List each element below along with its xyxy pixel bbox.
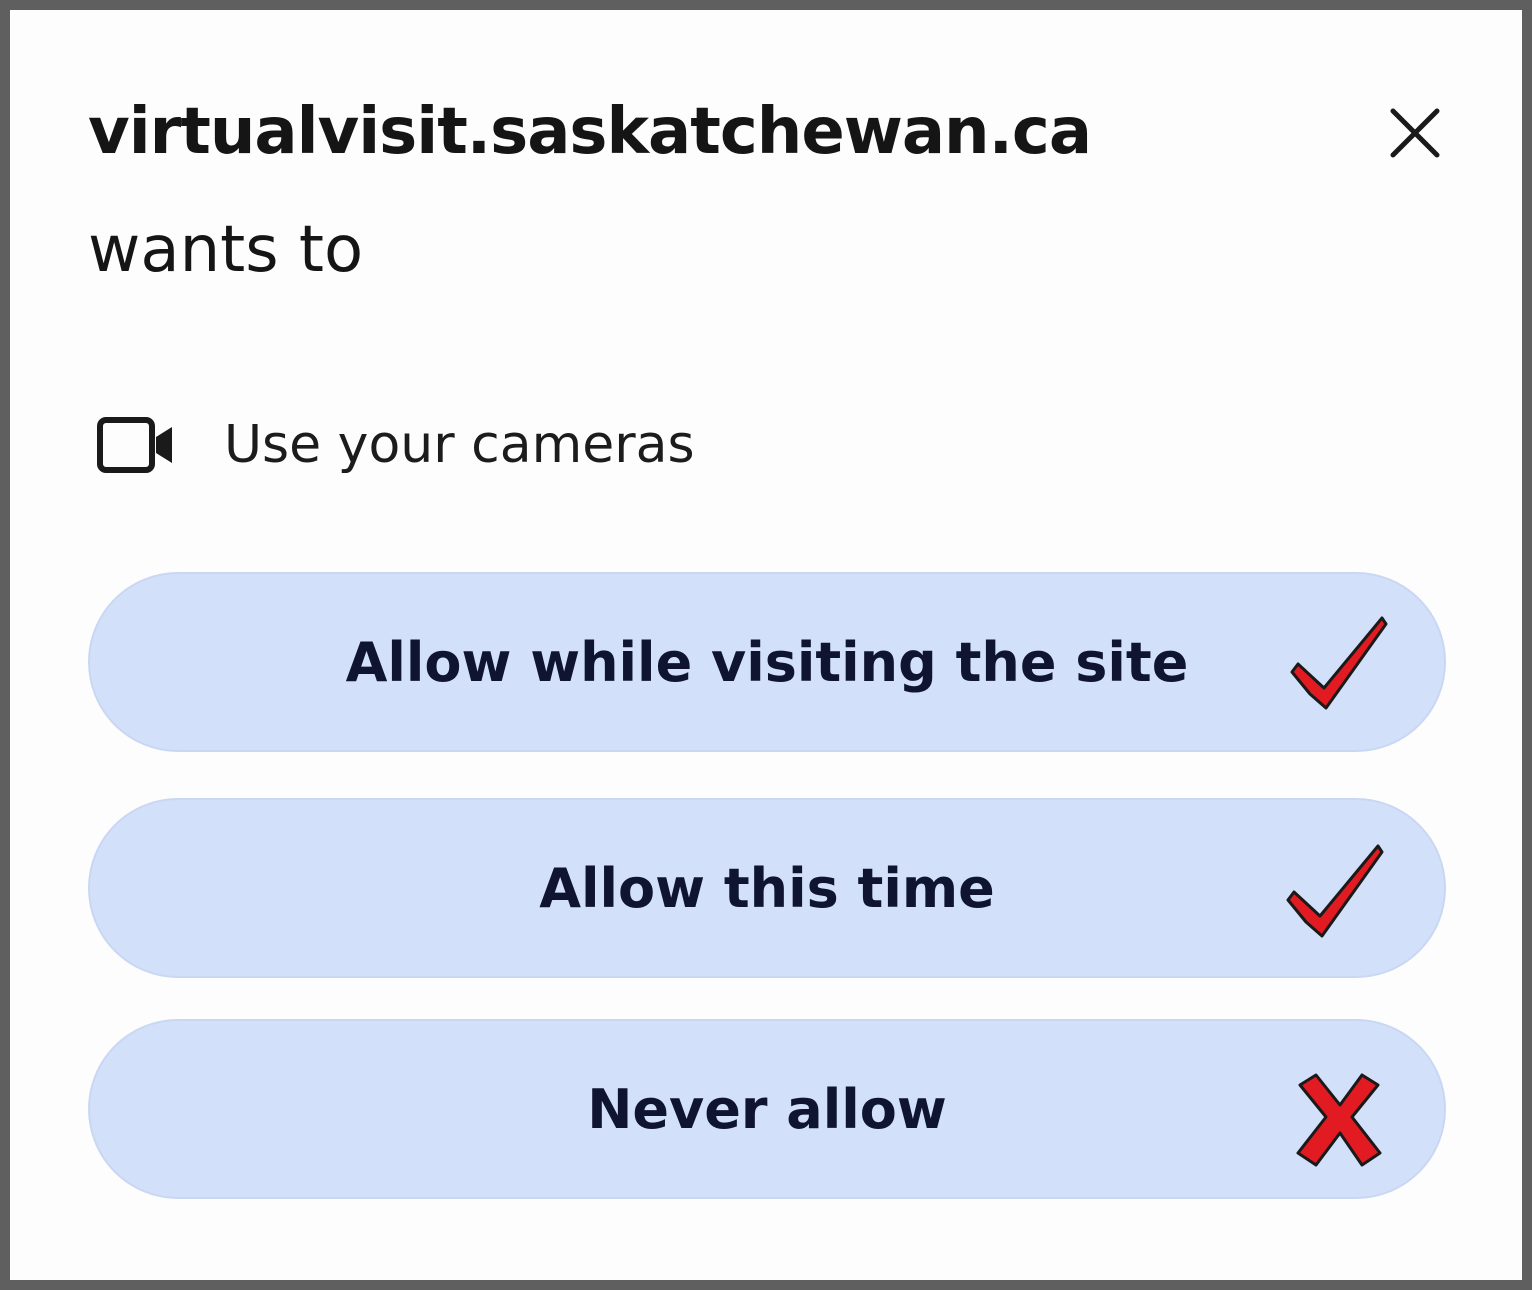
never-allow-button[interactable]: Never allow — [88, 1019, 1446, 1199]
close-icon — [1390, 108, 1440, 158]
allow-this-time-button[interactable]: Allow this time — [88, 798, 1446, 978]
permission-row-camera: Use your cameras — [96, 410, 695, 480]
red-checkmark-icon — [1286, 844, 1384, 938]
dialog-subtitle: wants to — [88, 213, 364, 287]
permission-dialog: virtualvisit.saskatchewan.ca wants to Us… — [10, 10, 1522, 1280]
option-label: Never allow — [587, 1077, 947, 1141]
allow-while-visiting-button[interactable]: Allow while visiting the site — [88, 572, 1446, 752]
red-checkmark-icon — [1290, 616, 1388, 710]
video-camera-icon — [96, 415, 176, 475]
close-button[interactable] — [1370, 88, 1460, 178]
site-origin-title: virtualvisit.saskatchewan.ca — [88, 95, 1092, 169]
red-cross-icon — [1296, 1073, 1382, 1167]
permission-label: Use your cameras — [224, 415, 695, 475]
option-label: Allow while visiting the site — [345, 630, 1189, 694]
option-label: Allow this time — [539, 856, 995, 920]
